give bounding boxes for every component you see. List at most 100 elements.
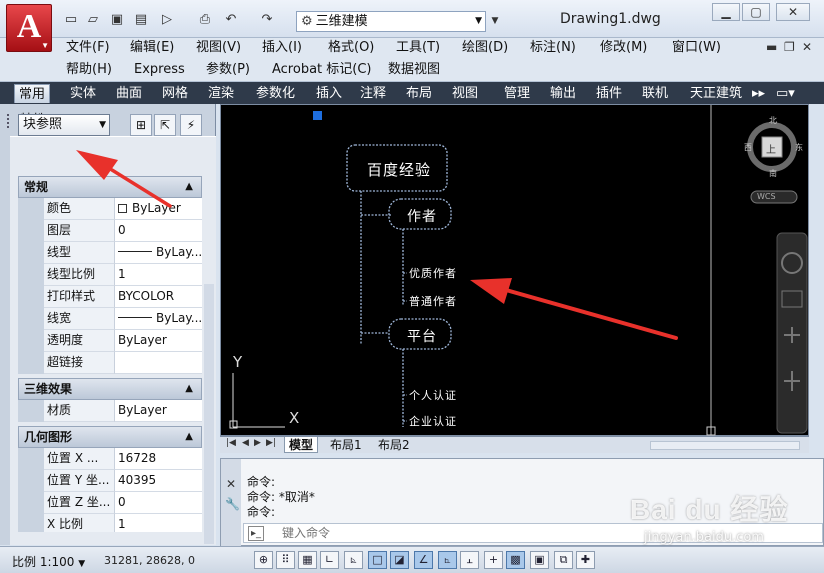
- infer-constraints-icon[interactable]: ⊕: [254, 551, 273, 569]
- tab-surface[interactable]: 曲面: [112, 84, 146, 103]
- object-snap-icon[interactable]: □: [368, 551, 387, 569]
- first-tab-icon[interactable]: |◀: [226, 438, 236, 448]
- palette-scrollbar[interactable]: [204, 284, 214, 544]
- viewcube-top-face[interactable]: 上: [766, 141, 777, 156]
- tab-layout1[interactable]: 布局1: [326, 437, 366, 453]
- object-snap-tracking-icon[interactable]: ∠: [414, 551, 433, 569]
- property-row-lineweight[interactable]: 线宽 ByLay...: [18, 308, 202, 330]
- section-general[interactable]: 常规 ▲: [18, 176, 202, 198]
- drawing-canvas[interactable]: 百度经验 作者 优质作者 普通作者 平台 个人认证 企业认证 Y X 北 西 东…: [220, 104, 809, 436]
- property-row-plot-style[interactable]: 打印样式 BYCOLOR: [18, 286, 202, 308]
- menu-tools[interactable]: 工具(T): [396, 38, 440, 58]
- selection-cycling-icon[interactable]: ⧉: [554, 551, 573, 569]
- tab-plugins[interactable]: 插件: [592, 84, 626, 103]
- navigation-bar[interactable]: [776, 232, 808, 434]
- mindmap-branch-author[interactable]: 作者: [407, 206, 437, 226]
- grid-display-icon[interactable]: ▦: [298, 551, 317, 569]
- mindmap-leaf[interactable]: 优质作者: [409, 265, 457, 281]
- quick-select-icon[interactable]: ⚡: [180, 114, 202, 136]
- viewcube-east[interactable]: 东: [795, 142, 804, 153]
- close-icon[interactable]: ✕: [226, 477, 236, 491]
- save-as-icon[interactable]: ▤: [132, 12, 150, 28]
- cursor-coordinates[interactable]: 31281, 28628, 0: [104, 554, 195, 567]
- menu-file[interactable]: 文件(F): [66, 38, 110, 58]
- application-menu-button[interactable]: A ▼: [6, 4, 52, 52]
- 3d-object-snap-icon[interactable]: ◪: [390, 551, 409, 569]
- annotation-monitor-icon[interactable]: ✚: [576, 551, 595, 569]
- print-icon[interactable]: ⎙: [196, 12, 214, 28]
- property-row-transparency[interactable]: 透明度 ByLayer: [18, 330, 202, 352]
- property-value[interactable]: 40395: [114, 470, 202, 492]
- mindmap-root[interactable]: 百度经验: [367, 159, 431, 180]
- dynamic-ucs-icon[interactable]: ⦜: [438, 551, 457, 569]
- property-value[interactable]: ByLay...: [114, 308, 202, 330]
- toggle-pickadd-icon[interactable]: ⊞: [130, 114, 152, 136]
- property-value[interactable]: ByLayer: [114, 198, 202, 220]
- workspace-dropdown[interactable]: ⚙ 三维建模 ▼: [296, 11, 486, 32]
- property-row-hyperlink[interactable]: 超链接: [18, 352, 202, 374]
- polar-tracking-icon[interactable]: ⦝: [344, 551, 363, 569]
- menu-modify[interactable]: 修改(M): [600, 38, 647, 58]
- tab-solid[interactable]: 实体: [66, 84, 100, 103]
- tab-online[interactable]: 联机: [638, 84, 672, 103]
- property-row-color[interactable]: 颜色 ByLayer: [18, 198, 202, 220]
- viewcube-north[interactable]: 北: [769, 115, 778, 126]
- menu-window[interactable]: 窗口(W): [672, 38, 721, 58]
- menu-edit[interactable]: 编辑(E): [130, 38, 174, 58]
- transparency-icon[interactable]: ▩: [506, 551, 525, 569]
- menu-data-view[interactable]: 数据视图: [388, 60, 440, 80]
- close-button[interactable]: ✕: [776, 3, 810, 21]
- property-value[interactable]: 16728: [114, 448, 202, 470]
- mindmap-leaf[interactable]: 个人认证: [409, 387, 457, 403]
- property-value[interactable]: 1: [114, 264, 202, 286]
- property-row-position-z[interactable]: 位置 Z 坐... 0: [18, 492, 202, 514]
- open-folder-icon[interactable]: ▱: [84, 12, 102, 28]
- property-row-position-x[interactable]: 位置 X ... 16728: [18, 448, 202, 470]
- property-row-x-scale[interactable]: X 比例 1: [18, 514, 202, 532]
- property-value[interactable]: ByLay...: [114, 242, 202, 264]
- section-geometry[interactable]: 几何图形 ▲: [18, 426, 202, 448]
- tab-tangent[interactable]: 天正建筑: [686, 84, 746, 103]
- new-file-icon[interactable]: ▭: [62, 12, 80, 28]
- select-objects-icon[interactable]: ⇱: [154, 114, 176, 136]
- menu-insert[interactable]: 插入(I): [262, 38, 302, 58]
- menu-express[interactable]: Express: [134, 60, 185, 80]
- doc-minimize-icon[interactable]: ▬: [766, 40, 777, 54]
- annotation-scale[interactable]: 比例 1:100 ▼: [12, 553, 85, 570]
- prev-tab-icon[interactable]: ◀: [242, 438, 249, 448]
- tab-render[interactable]: 渲染: [204, 84, 238, 103]
- menu-view[interactable]: 视图(V): [196, 38, 241, 58]
- tab-layout[interactable]: 布局: [402, 84, 436, 103]
- lineweight-icon[interactable]: +: [484, 551, 503, 569]
- doc-close-icon[interactable]: ✕: [802, 40, 812, 54]
- ribbon-toggle-icon[interactable]: ▭▾: [772, 84, 799, 103]
- property-row-linetype-scale[interactable]: 线型比例 1: [18, 264, 202, 286]
- property-row-linetype[interactable]: 线型 ByLay...: [18, 242, 202, 264]
- property-value[interactable]: BYCOLOR: [114, 286, 202, 308]
- more-tabs-icon[interactable]: ▸▸: [748, 84, 769, 103]
- property-value[interactable]: ByLayer: [114, 330, 202, 352]
- property-row-position-y[interactable]: 位置 Y 坐... 40395: [18, 470, 202, 492]
- property-value[interactable]: ByLayer: [114, 400, 202, 422]
- menu-acrobat[interactable]: Acrobat 标记(C): [272, 60, 372, 80]
- object-type-dropdown[interactable]: 块参照 ▼: [18, 114, 110, 136]
- tab-view[interactable]: 视图: [448, 84, 482, 103]
- menu-dimension[interactable]: 标注(N): [530, 38, 576, 58]
- customize-quick-access-icon[interactable]: ▼: [488, 11, 502, 32]
- menu-help[interactable]: 帮助(H): [66, 60, 112, 80]
- snap-mode-icon[interactable]: ⠿: [276, 551, 295, 569]
- mindmap-branch-platform[interactable]: 平台: [407, 326, 437, 346]
- tab-model[interactable]: 模型: [284, 437, 319, 453]
- section-3d-effects[interactable]: 三维效果 ▲: [18, 378, 202, 400]
- grip-marker[interactable]: [313, 111, 322, 120]
- tab-layout2[interactable]: 布局2: [374, 437, 414, 453]
- property-value[interactable]: 0: [114, 220, 202, 242]
- tab-mesh[interactable]: 网格: [158, 84, 192, 103]
- next-tab-icon[interactable]: ▶: [254, 438, 261, 448]
- menu-format[interactable]: 格式(O): [328, 38, 374, 58]
- quick-properties-icon[interactable]: ▣: [530, 551, 549, 569]
- doc-restore-icon[interactable]: ❐: [784, 40, 795, 54]
- tab-home[interactable]: 常用: [14, 84, 51, 103]
- wcs-label[interactable]: WCS: [757, 192, 776, 201]
- tab-parametric[interactable]: 参数化: [252, 84, 299, 103]
